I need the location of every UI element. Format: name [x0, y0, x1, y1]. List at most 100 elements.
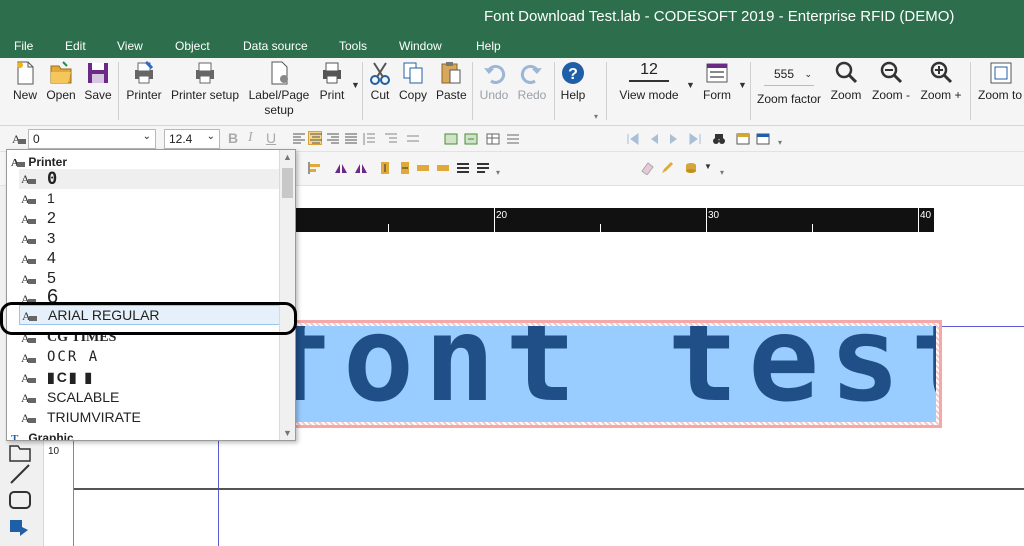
indent-icon[interactable] [384, 132, 398, 146]
redo-button[interactable]: Redo [516, 60, 548, 103]
zoom-to-button[interactable]: Zoom to [976, 60, 1024, 103]
view-mode-chevron-icon[interactable]: ▼ [686, 80, 695, 90]
text-object[interactable]: font test [284, 320, 942, 428]
font-item-label: OCR A [47, 349, 100, 365]
object-list-icon[interactable] [506, 132, 520, 146]
font-item-3[interactable]: A 3 [19, 229, 281, 249]
menu-view[interactable]: View [117, 39, 143, 53]
printer-button[interactable]: Printer [124, 60, 164, 103]
zoom-button[interactable]: Zoom [828, 60, 864, 103]
align-left-icon[interactable] [292, 132, 306, 146]
align-right-icon[interactable] [326, 132, 340, 146]
paste-button[interactable]: Paste [436, 60, 467, 103]
next-record-icon[interactable] [668, 132, 682, 146]
same-height-icon[interactable] [436, 161, 450, 175]
dropdown-scrollbar[interactable]: ▲ ▼ [279, 150, 295, 440]
database-form-icon[interactable] [736, 132, 750, 146]
arrange-overflow-chevron-icon[interactable]: ▾ [496, 168, 500, 177]
open-button[interactable]: Open [46, 60, 76, 103]
flip-vertical-icon[interactable] [354, 161, 368, 175]
align-center-icon[interactable] [308, 131, 322, 145]
menu-window[interactable]: Window [399, 39, 442, 53]
print-dropdown-chevron-icon[interactable]: ▼ [351, 80, 360, 90]
previous-record-icon[interactable] [646, 132, 660, 146]
underline-button[interactable]: U [266, 130, 276, 146]
toolbar-overflow-chevron-icon[interactable]: ▾ [778, 138, 782, 147]
svg-text:?: ? [568, 66, 578, 83]
zoom-out-button[interactable]: Zoom - [870, 60, 912, 103]
align-objects-left-icon[interactable] [308, 161, 322, 175]
scroll-down-chevron-icon[interactable]: ▼ [283, 428, 292, 438]
database-chevron-icon[interactable]: ▼ [704, 162, 712, 171]
distribute-vertical-icon[interactable] [378, 161, 392, 175]
font-item-2[interactable]: A 2 [19, 209, 281, 229]
print-button[interactable]: Print [318, 60, 346, 103]
object-table-icon[interactable] [486, 132, 500, 146]
send-back-icon[interactable] [476, 161, 490, 175]
undo-button[interactable]: Undo [478, 60, 510, 103]
folder-tool-icon[interactable] [8, 442, 32, 462]
shapes-tool-icon[interactable] [8, 516, 32, 540]
database-overflow-chevron-icon[interactable]: ▾ [720, 168, 724, 177]
object-edit-icon[interactable] [444, 132, 458, 146]
zoom-in-button[interactable]: Zoom + [918, 60, 964, 103]
font-item-barcode[interactable]: A ▮C▮ ▮ [19, 368, 281, 388]
save-button[interactable]: Save [84, 60, 112, 103]
ribbon-separator [606, 62, 607, 120]
zoom-factor-control[interactable]: 555 ⌄ Zoom factor [754, 60, 824, 107]
font-name-select[interactable]: 0 ⌄ [28, 129, 156, 149]
printer-setup-button[interactable]: Printer setup [170, 60, 240, 103]
flip-horizontal-icon[interactable] [334, 161, 348, 175]
printer-font-icon: A [21, 391, 37, 405]
font-item-label: SCALABLE [47, 389, 120, 405]
last-record-icon[interactable] [688, 132, 702, 146]
font-item-1[interactable]: A 1 [19, 189, 281, 209]
distribute-horizontal-icon[interactable] [398, 161, 412, 175]
form-chevron-icon[interactable]: ▼ [738, 80, 747, 90]
object-insert-icon[interactable] [464, 132, 478, 146]
view-mode-label: View mode [619, 88, 679, 102]
line-spacing-icon[interactable] [362, 132, 376, 146]
label-page-setup-button[interactable]: Label/Page setup [248, 60, 310, 118]
scroll-thumb[interactable] [282, 168, 293, 198]
redo-icon [520, 60, 544, 86]
new-button[interactable]: New [12, 60, 38, 103]
menu-object[interactable]: Object [175, 39, 210, 53]
menu-edit[interactable]: Edit [65, 39, 86, 53]
menu-tools[interactable]: Tools [339, 39, 367, 53]
first-record-icon[interactable] [626, 132, 640, 146]
font-item-5[interactable]: A 5 [19, 269, 281, 289]
bold-button[interactable]: B [228, 130, 238, 146]
same-width-icon[interactable] [416, 161, 430, 175]
spacing-icon[interactable] [406, 132, 420, 146]
database-coins-icon[interactable] [684, 161, 698, 175]
menu-help[interactable]: Help [476, 39, 501, 53]
view-mode-button[interactable]: 12 View mode [616, 60, 682, 103]
justify-icon[interactable] [344, 132, 358, 146]
edit-pencil-icon[interactable] [660, 161, 674, 175]
italic-button[interactable]: I [248, 130, 253, 146]
cut-button[interactable]: Cut [368, 60, 392, 103]
line-tool-icon[interactable] [8, 462, 32, 486]
copy-button[interactable]: Copy [398, 60, 428, 103]
rectangle-tool-icon[interactable] [8, 490, 32, 510]
database-query-icon[interactable] [756, 132, 770, 146]
menu-data-source[interactable]: Data source [243, 39, 308, 53]
ribbon-expand-chevron-icon[interactable]: ▾ [594, 112, 598, 121]
zoom-factor-select[interactable]: 555 ⌄ [764, 64, 814, 86]
font-item-triumvirate[interactable]: A TRIUMVIRATE [19, 408, 281, 428]
font-group-printer-label: Printer [28, 155, 68, 169]
scroll-up-chevron-icon[interactable]: ▲ [283, 152, 292, 162]
font-size-select[interactable]: 12.4 ⌄ [164, 129, 220, 149]
form-button[interactable]: Form [700, 60, 734, 103]
binoculars-icon[interactable] [712, 132, 726, 146]
menu-file[interactable]: File [14, 39, 33, 53]
help-button[interactable]: ? Help [558, 60, 588, 103]
bring-front-icon[interactable] [456, 161, 470, 175]
font-item-scalable[interactable]: A SCALABLE [19, 388, 281, 408]
font-item-ocr-a[interactable]: A OCR A [19, 348, 281, 368]
font-dropdown-list[interactable]: A Printer A 0 A 1 A 2 A 3 A 4 A 5 A 6 A … [6, 149, 296, 441]
font-item-4[interactable]: A 4 [19, 249, 281, 269]
eraser-icon[interactable] [640, 161, 654, 176]
font-item-0[interactable]: A 0 [19, 169, 281, 189]
